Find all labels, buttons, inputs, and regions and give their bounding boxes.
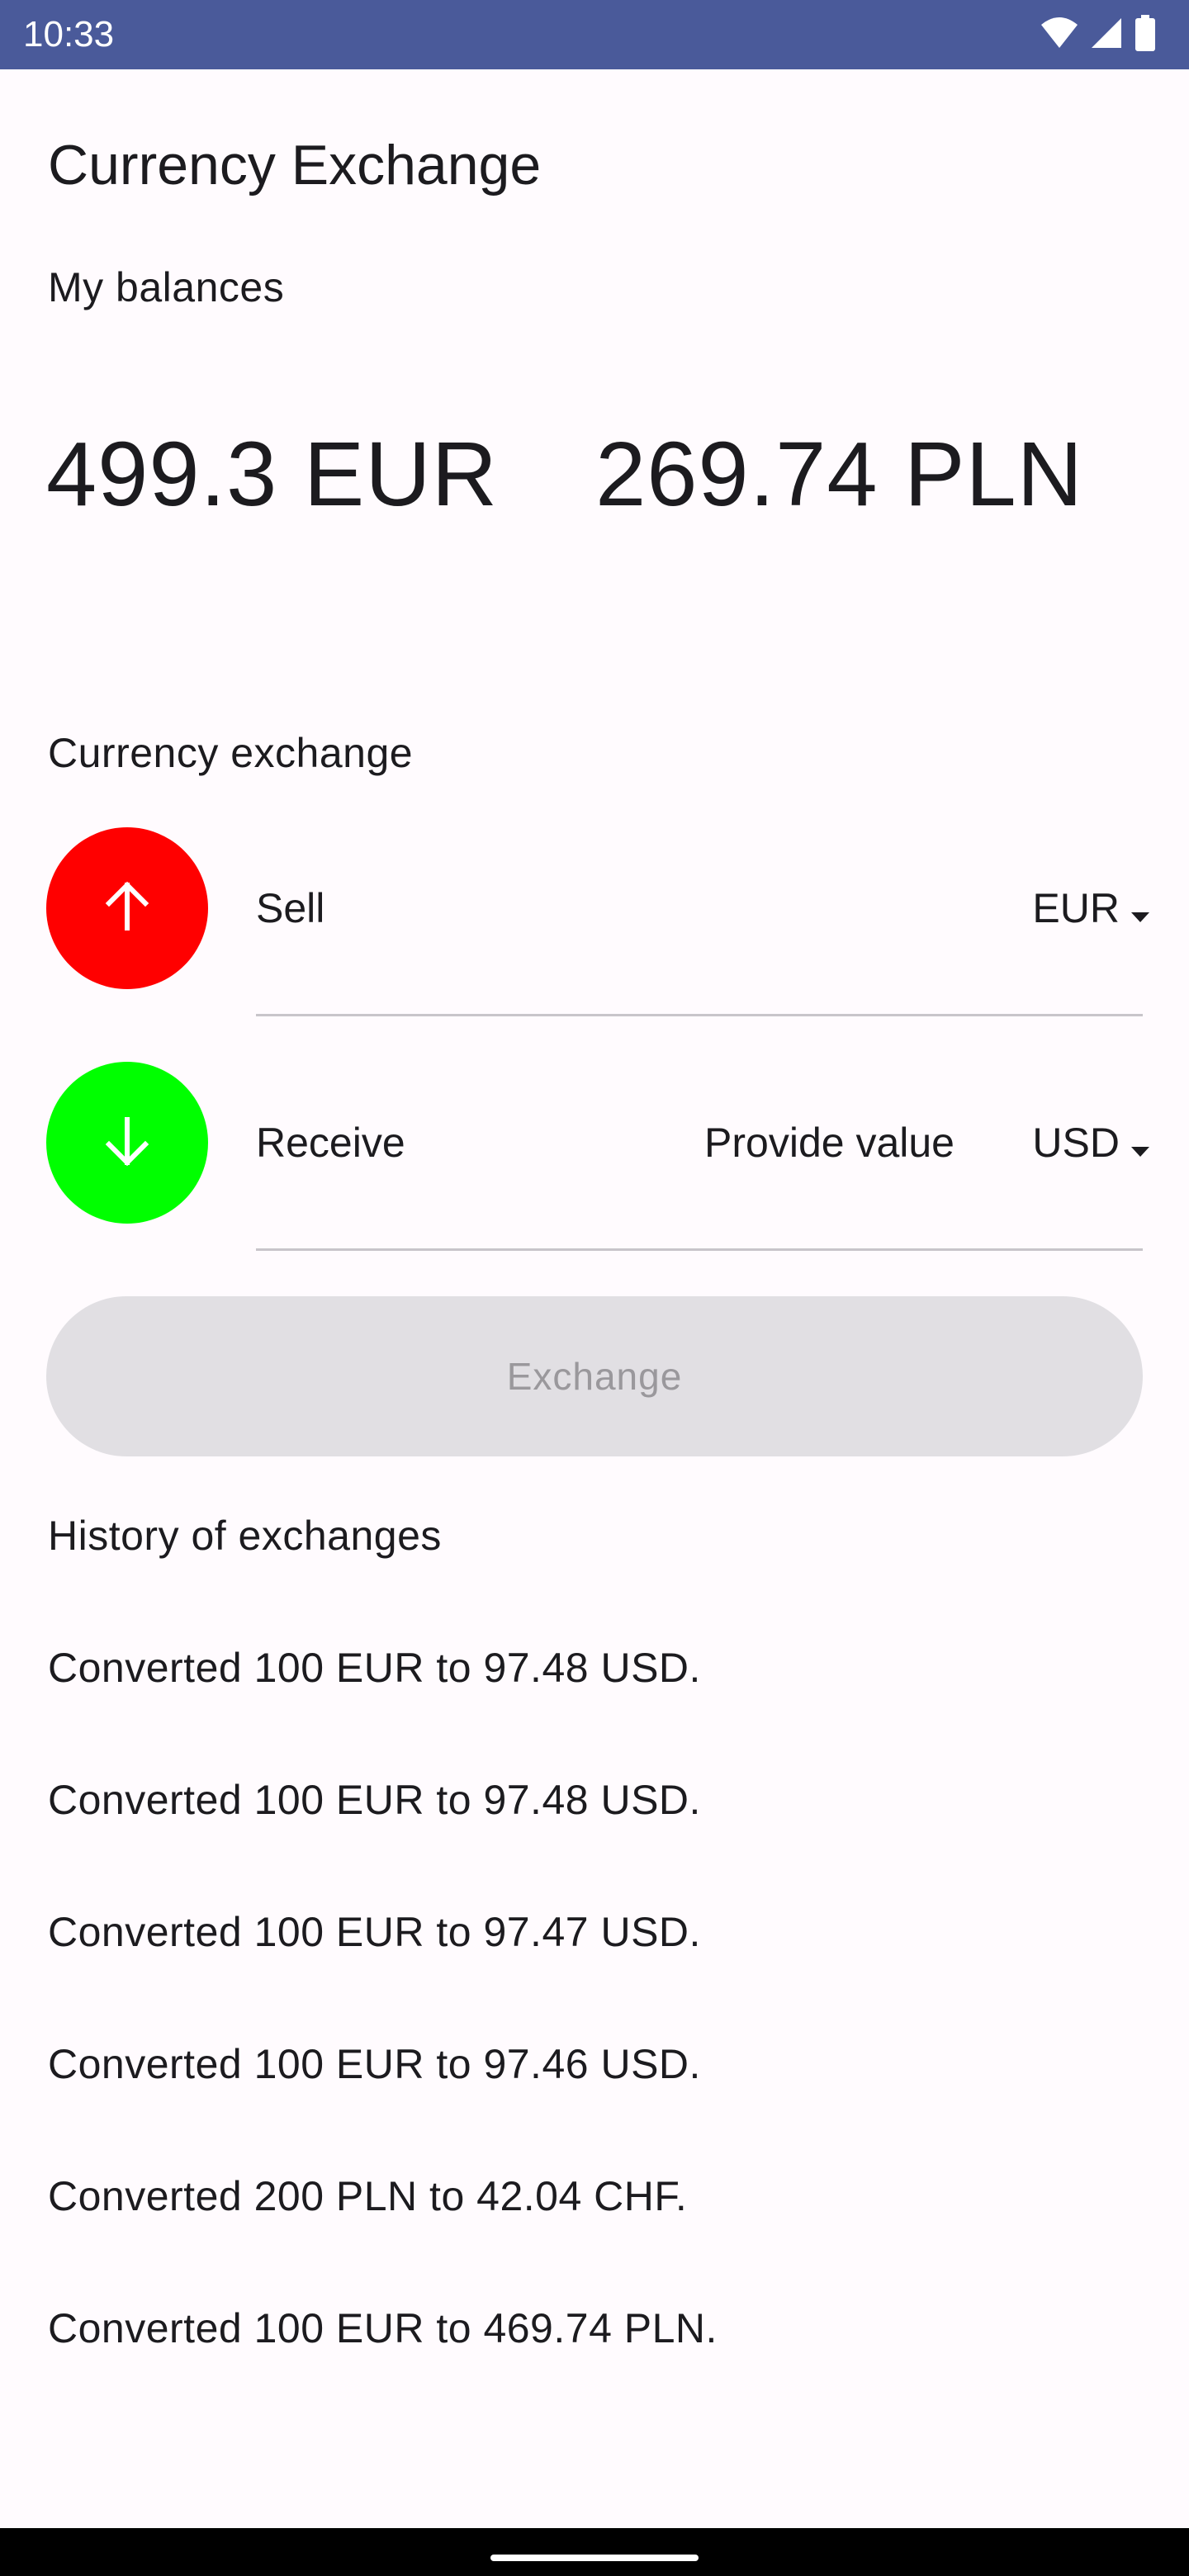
list-item: Converted 100 EUR to 469.74 PLN.	[48, 2305, 718, 2351]
sell-currency-value: EUR	[1032, 885, 1120, 931]
list-item: Converted 100 EUR to 97.46 USD.	[48, 2041, 701, 2087]
list-item: Converted 200 PLN to 42.04 CHF.	[48, 2173, 688, 2219]
wifi-icon	[1040, 17, 1078, 54]
signal-icon	[1090, 17, 1123, 54]
dropdown-arrow-icon	[1131, 883, 1149, 933]
dropdown-arrow-icon	[1131, 1118, 1149, 1167]
receive-amount-field[interactable]: Provide value	[704, 1118, 955, 1167]
receive-indicator	[46, 1062, 208, 1224]
exchange-button[interactable]: Exchange	[46, 1296, 1143, 1456]
home-gesture-handle[interactable]	[490, 2555, 699, 2561]
list-item: Converted 100 EUR to 97.48 USD.	[48, 1777, 701, 1823]
arrow-down-icon	[101, 1115, 154, 1172]
sell-input-underline	[256, 1014, 1143, 1016]
balances-list: 499.3 EUR 269.74 PLN	[46, 421, 1083, 528]
balances-label: My balances	[48, 264, 285, 310]
receive-currency-dropdown[interactable]: USD	[1032, 1111, 1149, 1174]
sell-currency-dropdown[interactable]: EUR	[1032, 877, 1149, 940]
status-icons	[1040, 14, 1156, 55]
sell-label: Sell	[256, 885, 325, 931]
list-item: Converted 100 EUR to 97.48 USD.	[48, 1645, 701, 1691]
status-bar: 10:33	[0, 0, 1189, 69]
arrow-up-icon	[101, 880, 154, 937]
battery-icon	[1135, 14, 1156, 55]
receive-currency-value: USD	[1032, 1120, 1120, 1166]
currency-exchange-screen: 10:33 Currency Exchange My balances 499.…	[0, 0, 1189, 2576]
page-title: Currency Exchange	[48, 134, 542, 197]
status-time: 10:33	[23, 14, 115, 54]
history-list: Converted 100 EUR to 97.48 USD. Converte…	[48, 1643, 718, 2436]
history-label: History of exchanges	[48, 1513, 442, 1559]
sell-row: Sell EUR	[0, 827, 1189, 1017]
balance-pln: 269.74 PLN	[595, 424, 1084, 525]
receive-row: Receive Provide value USD	[0, 1062, 1189, 1252]
sell-indicator	[46, 827, 208, 989]
receive-input-underline	[256, 1248, 1143, 1251]
balance-eur: 499.3 EUR	[46, 424, 499, 525]
receive-label: Receive	[256, 1120, 405, 1166]
currency-exchange-label: Currency exchange	[48, 730, 414, 776]
navigation-bar	[0, 2528, 1189, 2576]
list-item: Converted 100 EUR to 97.47 USD.	[48, 1909, 701, 1955]
